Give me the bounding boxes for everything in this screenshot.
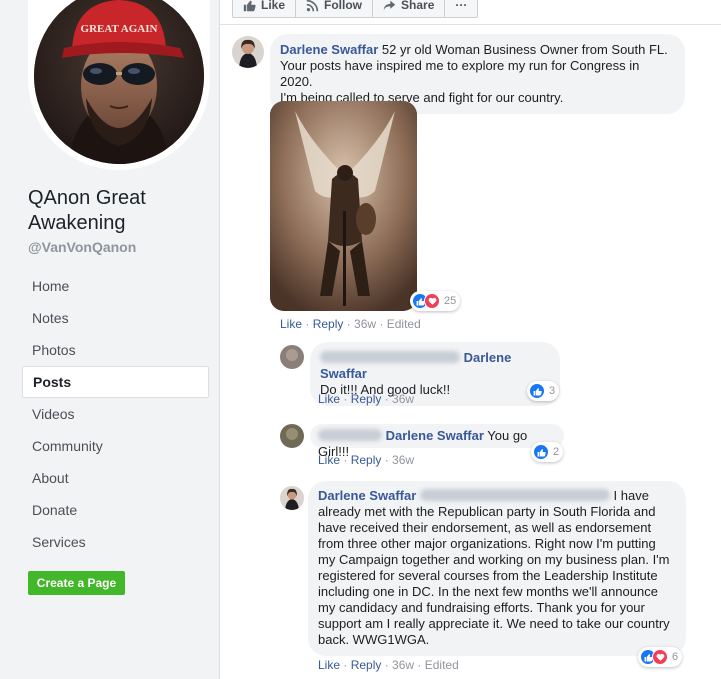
reply-like-link[interactable]: Like [318, 392, 340, 406]
blurred-avatar-icon [280, 424, 304, 448]
reaction-count: 3 [549, 385, 556, 397]
nav-item-photos[interactable]: Photos [22, 334, 209, 366]
reaction-count: 6 [672, 651, 679, 663]
reply-text-line: my candidacy and fundraising efforts. Th… [318, 600, 645, 615]
reply-bubble: Darlene Swaffar I have already met with … [308, 481, 686, 656]
avatar-illustration: GREAT AGAIN [34, 0, 204, 164]
reply-mention[interactable]: Darlene Swaffar [386, 428, 484, 443]
share-arrow-icon [383, 0, 396, 10]
reaction-summary[interactable]: 6 [638, 647, 683, 667]
share-label: Share [401, 0, 435, 12]
thumbs-up-icon [243, 0, 256, 11]
avatar: GREAT AGAIN [34, 0, 204, 164]
reply-text-line: back. WWG1WGA. [318, 632, 430, 647]
like-page-label: Like [261, 0, 286, 12]
redacted-name [318, 429, 382, 441]
nav-item-community[interactable]: Community [22, 430, 209, 462]
like-reaction-icon [529, 383, 545, 399]
reply-reply-link[interactable]: Reply [351, 658, 382, 672]
reply-text-line: registered for several courses from the … [318, 568, 658, 583]
like-page-button[interactable]: Like [233, 0, 297, 17]
page-profile-picture[interactable]: GREAT AGAIN [28, 0, 210, 170]
page-title: QAnon Great Awakening [28, 187, 146, 234]
reaction-summary[interactable]: 25 [410, 291, 461, 311]
reply-text-line: have received their endorsement, as well… [318, 520, 652, 535]
redacted-name [419, 489, 610, 501]
comment-like-link[interactable]: Like [280, 317, 302, 331]
angel-warrior-image [270, 101, 417, 311]
reply-text-line: from three other major organizations. Ri… [318, 536, 656, 551]
reply-actions: Like · Reply · 36w [318, 392, 415, 406]
nav-item-donate[interactable]: Donate [22, 494, 209, 526]
love-reaction-icon [424, 293, 440, 309]
reply-actions: Like · Reply · 36w · Edited [318, 658, 459, 672]
nav-item-services[interactable]: Services [22, 526, 209, 558]
nav-item-posts[interactable]: Posts [22, 366, 209, 398]
comment-text-line: Your posts have inspired me to explore m… [280, 58, 640, 89]
reply-actions: Like · Reply · 36w [318, 453, 415, 467]
more-options-button[interactable]: ··· [445, 0, 477, 17]
reply-like-link[interactable]: Like [318, 453, 340, 467]
reply-timestamp[interactable]: 36w [392, 658, 414, 672]
divider [220, 24, 721, 25]
rss-icon [306, 0, 319, 11]
comment-actions: Like · Reply · 36w · Edited [280, 317, 421, 331]
person-avatar-icon [232, 36, 264, 68]
reply-edited-label[interactable]: Edited [425, 658, 459, 672]
share-button[interactable]: Share [373, 0, 446, 17]
comment-text-line: 52 yr old Woman Business Owner from Sout… [381, 42, 668, 57]
reply-text-line: I have [613, 488, 649, 503]
nav-item-videos[interactable]: Videos [22, 398, 209, 430]
reply-text-line: including one in DC. In the next few mon… [318, 584, 658, 599]
comment-author[interactable]: Darlene Swaffar [280, 42, 378, 57]
reply-timestamp[interactable]: 36w [392, 392, 414, 406]
blurred-avatar-icon [280, 345, 304, 369]
page-nav: Home Notes Photos Posts Videos Community… [22, 270, 209, 558]
reply-author[interactable]: Darlene Swaffar [318, 488, 416, 503]
comment-photo[interactable] [270, 101, 417, 311]
reaction-summary[interactable]: 3 [527, 381, 560, 401]
reply-avatar[interactable] [280, 486, 304, 510]
create-page-button[interactable]: Create a Page [28, 571, 125, 595]
avatar-hat-text: GREAT AGAIN [81, 23, 158, 35]
comment-edited-label[interactable]: Edited [387, 317, 421, 331]
nav-item-notes[interactable]: Notes [22, 302, 209, 334]
reply-avatar[interactable] [280, 424, 304, 448]
reaction-summary[interactable]: 2 [531, 442, 564, 462]
commenter-avatar[interactable] [232, 36, 264, 68]
page-action-bar: Like Follow Share ··· [232, 0, 479, 18]
reply-reply-link[interactable]: Reply [351, 453, 382, 467]
redacted-name [320, 351, 460, 363]
page-sidebar: GREAT AGAIN QAnon Great Awakening @VanVo… [0, 0, 220, 679]
reply-like-link[interactable]: Like [318, 658, 340, 672]
person-avatar-icon [280, 486, 304, 510]
reply-avatar[interactable] [280, 345, 304, 369]
follow-button[interactable]: Follow [296, 0, 374, 17]
reaction-count: 25 [444, 295, 457, 307]
reply-bubble: Darlene Swaffar You go Girl!!! [310, 424, 564, 459]
nav-item-home[interactable]: Home [22, 270, 209, 302]
like-reaction-icon [533, 444, 549, 460]
reply-text-line: my Campaign together and working on my b… [318, 552, 670, 567]
reply-timestamp[interactable]: 36w [392, 453, 414, 467]
posts-feed: Like Follow Share ··· Darlene Swaffar 52… [220, 0, 721, 679]
reply-text-line: already met with the Republican party in… [318, 504, 656, 519]
comment-reply-link[interactable]: Reply [313, 317, 344, 331]
follow-label: Follow [324, 0, 363, 12]
love-reaction-icon [652, 649, 668, 665]
reaction-count: 2 [553, 446, 560, 458]
reply-text-line: support am I really appreciate it. We ne… [318, 616, 670, 631]
comment-timestamp[interactable]: 36w [354, 317, 376, 331]
reply-reply-link[interactable]: Reply [351, 392, 382, 406]
nav-item-about[interactable]: About [22, 462, 209, 494]
page-handle[interactable]: @VanVonQanon [28, 239, 136, 255]
